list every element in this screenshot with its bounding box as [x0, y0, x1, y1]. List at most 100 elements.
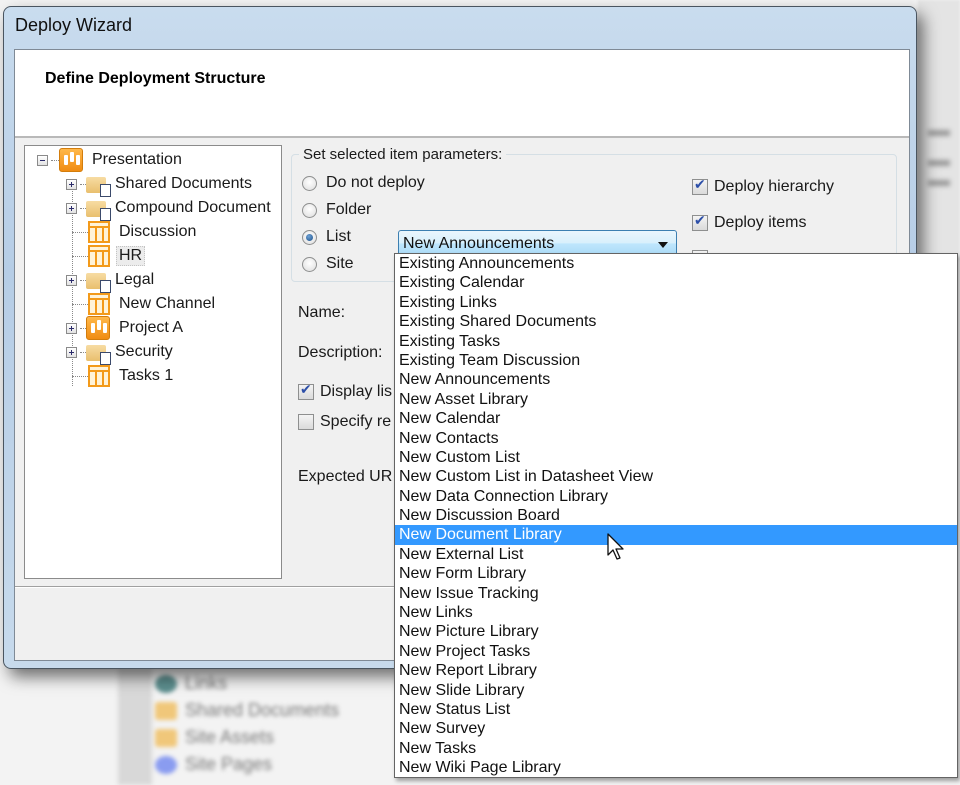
expand-icon[interactable]: [66, 178, 77, 190]
tree-node-label: Security: [115, 343, 173, 360]
dropdown-option[interactable]: New Data Connection Library: [395, 487, 957, 506]
item-parameters-legend: Set selected item parameters:: [299, 146, 507, 163]
dropdown-option[interactable]: New Contacts: [395, 429, 957, 448]
tree-node-label: HR: [116, 246, 146, 266]
tree-node-presentation[interactable]: Presentation: [37, 148, 185, 172]
dropdown-option[interactable]: New Tasks: [395, 739, 957, 758]
tree-node-label: Discussion: [119, 223, 197, 240]
document-library-icon: [86, 273, 111, 293]
radio-button[interactable]: [302, 256, 317, 272]
background-item-label: Shared Documents: [185, 700, 340, 720]
dropdown-option-highlighted[interactable]: New Document Library: [395, 525, 957, 545]
tree-connector: [72, 231, 88, 233]
dropdown-option[interactable]: New External List: [395, 545, 957, 564]
background-list-item: Site Pages: [155, 754, 272, 775]
dropdown-option[interactable]: Existing Team Discussion: [395, 351, 957, 370]
dropdown-option[interactable]: New Report Library: [395, 661, 957, 680]
links-icon: [155, 674, 177, 693]
dropdown-option[interactable]: New Custom List: [395, 448, 957, 467]
radio-label: Folder: [326, 201, 372, 218]
dropdown-option[interactable]: New Custom List in Datasheet View: [395, 467, 957, 486]
radio-do-not-deploy[interactable]: Do not deploy: [302, 174, 425, 192]
folder-icon: [155, 728, 177, 747]
dropdown-option[interactable]: New Issue Tracking: [395, 584, 957, 603]
mouse-cursor-icon: [607, 533, 624, 560]
list-icon: [88, 293, 110, 315]
window-title: Deploy Wizard: [15, 15, 133, 35]
list-type-dropdown[interactable]: Existing Announcements Existing Calendar E…: [394, 253, 958, 778]
structure-tree[interactable]: Presentation Shared Documents Compound D…: [24, 145, 282, 579]
tree-node-compound-document[interactable]: Compound Document: [66, 196, 274, 221]
checkbox-unchecked[interactable]: [298, 414, 314, 430]
document-library-icon: [86, 345, 111, 365]
tree-node-shared-documents[interactable]: Shared Documents: [66, 172, 255, 197]
dropdown-option[interactable]: New Status List: [395, 700, 957, 719]
dropdown-option[interactable]: New Wiki Page Library: [395, 758, 957, 777]
dropdown-option[interactable]: New Calendar: [395, 409, 957, 428]
site-icon: [59, 148, 83, 172]
tree-connector: [72, 303, 88, 305]
radio-label: Do not deploy: [326, 174, 425, 191]
tree-node-project-a[interactable]: Project A: [66, 316, 186, 340]
dropdown-option[interactable]: New Project Tasks: [395, 642, 957, 661]
background-text: [928, 160, 950, 166]
dropdown-option[interactable]: Existing Links: [395, 293, 957, 312]
radio-site[interactable]: Site: [302, 255, 354, 273]
pages-icon: [155, 755, 177, 774]
tree-node-label: Project A: [119, 319, 184, 336]
background-panel: [918, 0, 960, 260]
combobox-value: New Announcements: [403, 235, 555, 252]
description-label: Description:: [298, 344, 383, 361]
checkbox-checked[interactable]: [692, 213, 708, 231]
list-icon: [88, 365, 110, 387]
list-icon: [88, 245, 110, 267]
deploy-items-checkbox[interactable]: Deploy items: [692, 213, 806, 232]
dropdown-option[interactable]: Existing Tasks: [395, 332, 957, 351]
checkbox-checked[interactable]: [298, 382, 314, 400]
tree-connector: [72, 375, 88, 377]
tree-node-label: New Channel: [119, 295, 216, 312]
tree-node-legal[interactable]: Legal: [66, 268, 157, 293]
dropdown-option[interactable]: Existing Calendar: [395, 273, 957, 292]
display-list-checkbox[interactable]: Display lis: [298, 382, 393, 401]
radio-button-selected[interactable]: [302, 229, 317, 245]
document-library-icon: [86, 201, 111, 221]
expand-icon[interactable]: [66, 322, 77, 334]
tree-node-discussion[interactable]: Discussion: [72, 220, 199, 244]
dropdown-option[interactable]: New Links: [395, 603, 957, 622]
checkbox-label: Deploy hierarchy: [714, 178, 835, 195]
radio-folder[interactable]: Folder: [302, 201, 371, 219]
dropdown-option[interactable]: New Form Library: [395, 564, 957, 583]
specify-checkbox[interactable]: Specify re: [298, 413, 391, 431]
tree-node-label: Compound Document: [115, 199, 271, 216]
dropdown-option[interactable]: New Slide Library: [395, 681, 957, 700]
dropdown-option[interactable]: Existing Announcements: [395, 254, 957, 273]
background-item-label: Links: [185, 673, 228, 693]
collapse-icon[interactable]: [37, 154, 48, 166]
dropdown-option[interactable]: New Announcements: [395, 370, 957, 389]
radio-button[interactable]: [302, 175, 317, 191]
expand-icon[interactable]: [66, 202, 77, 214]
checkbox-checked[interactable]: [692, 177, 708, 195]
folder-icon: [155, 701, 177, 720]
background-text: [928, 180, 950, 186]
expand-icon[interactable]: [66, 274, 77, 286]
background-item-label: Site Pages: [185, 754, 273, 774]
background-text: [928, 130, 950, 136]
tree-node-label: Shared Documents: [115, 175, 252, 192]
deploy-hierarchy-checkbox[interactable]: Deploy hierarchy: [692, 177, 835, 196]
expand-icon[interactable]: [66, 346, 77, 358]
tree-node-hr[interactable]: HR: [72, 244, 146, 268]
dropdown-option[interactable]: New Survey: [395, 719, 957, 738]
checkbox-label: Display lis: [320, 383, 393, 400]
radio-list[interactable]: List: [302, 228, 351, 246]
tree-node-security[interactable]: Security: [66, 340, 176, 365]
dropdown-option[interactable]: New Discussion Board: [395, 506, 957, 525]
chevron-down-icon[interactable]: [658, 242, 668, 248]
dropdown-option[interactable]: New Asset Library: [395, 390, 957, 409]
tree-node-tasks-1[interactable]: Tasks 1: [72, 364, 176, 388]
tree-node-new-channel[interactable]: New Channel: [72, 292, 218, 316]
dropdown-option[interactable]: Existing Shared Documents: [395, 312, 957, 331]
radio-button[interactable]: [302, 202, 317, 218]
dropdown-option[interactable]: New Picture Library: [395, 622, 957, 641]
